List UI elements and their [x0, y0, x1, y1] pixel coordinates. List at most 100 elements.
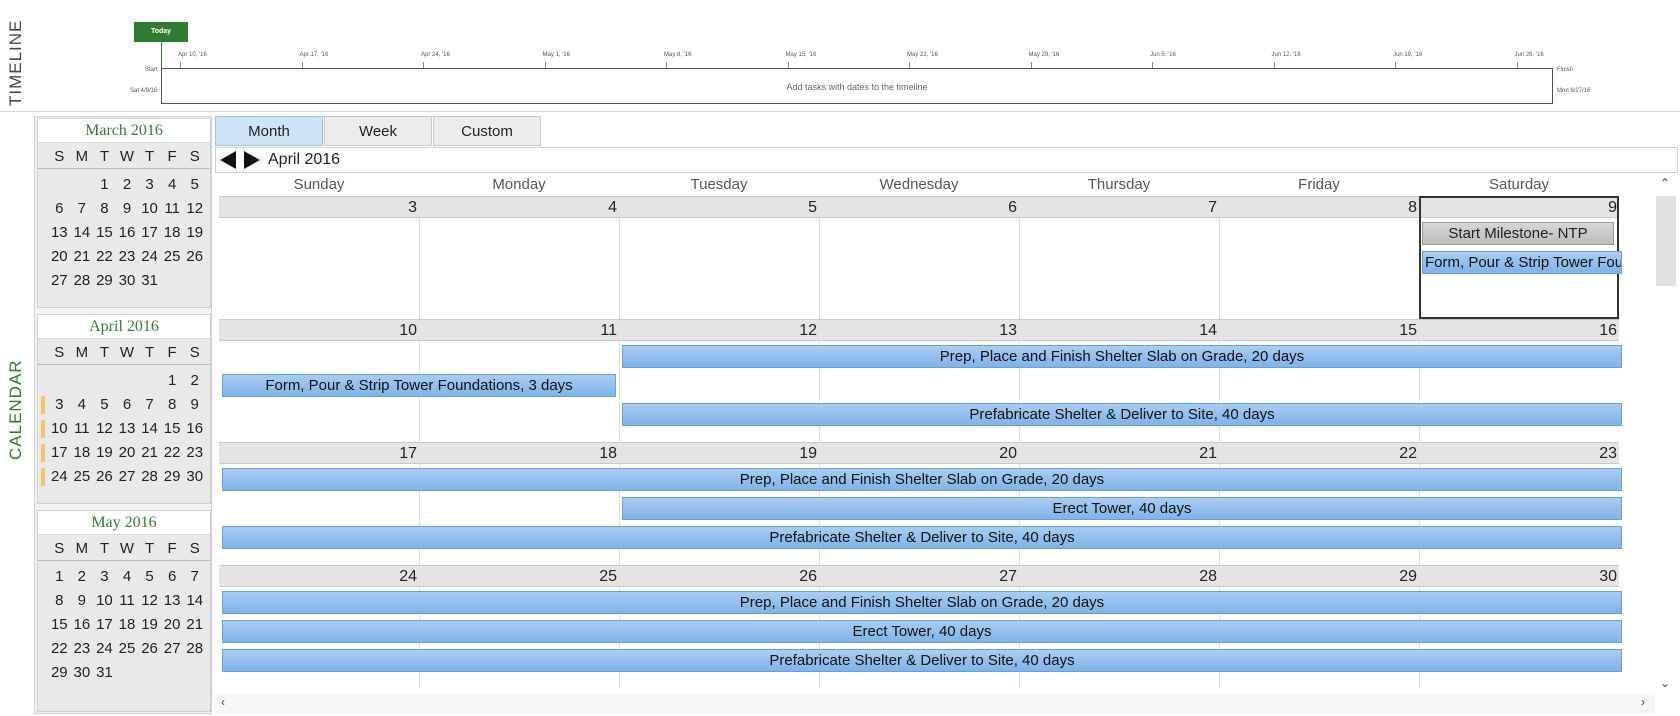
mini-calendar-day[interactable]: 26 [93, 465, 116, 489]
mini-calendar-day[interactable]: 7 [71, 197, 94, 221]
mini-calendar-day[interactable]: 26 [138, 637, 161, 661]
mini-calendar-day[interactable]: 13 [116, 417, 139, 441]
mini-calendar-day[interactable]: 15 [161, 417, 184, 441]
mini-calendar-day[interactable]: 19 [93, 441, 116, 465]
mini-calendar-day[interactable]: 1 [48, 565, 71, 589]
day-number[interactable]: 24 [219, 566, 419, 588]
mini-calendar-day[interactable]: 23 [183, 441, 206, 465]
mini-calendar-day[interactable]: 6 [161, 565, 184, 589]
tab-week[interactable]: Week [324, 116, 432, 146]
day-number[interactable]: 19 [619, 443, 819, 465]
day-number[interactable]: 27 [819, 566, 1019, 588]
mini-calendar-day[interactable]: 30 [183, 465, 206, 489]
task-bar[interactable]: Prefabricate Shelter & Deliver to Site, … [622, 403, 1622, 426]
day-number[interactable]: 28 [1019, 566, 1219, 588]
mini-calendar-day[interactable]: 17 [93, 613, 116, 637]
mini-calendar-day[interactable]: 28 [71, 269, 94, 293]
mini-calendar-day[interactable]: 22 [48, 637, 71, 661]
chevron-right-icon[interactable]: › [1641, 695, 1645, 709]
mini-calendar-day[interactable]: 22 [93, 245, 116, 269]
task-bar[interactable]: Prefabricate Shelter & Deliver to Site, … [222, 649, 1622, 672]
day-number[interactable]: 21 [1019, 443, 1219, 465]
mini-calendar-day[interactable]: 11 [116, 589, 139, 613]
mini-calendar-day[interactable]: 4 [161, 173, 184, 197]
mini-calendar-day[interactable]: 9 [116, 197, 139, 221]
mini-calendar-day[interactable]: 27 [116, 465, 139, 489]
mini-calendar-day[interactable]: 7 [138, 393, 161, 417]
task-bar[interactable]: Form, Pour & Strip Tower Foundations, 3 … [222, 374, 616, 397]
tab-custom[interactable]: Custom [433, 116, 541, 146]
mini-calendar-day[interactable]: 25 [71, 465, 94, 489]
mini-calendar-day[interactable]: 5 [183, 173, 206, 197]
triangle-left-icon[interactable] [220, 151, 236, 169]
mini-calendar-day[interactable]: 4 [71, 393, 94, 417]
mini-calendar-title[interactable]: March 2016 [38, 119, 210, 143]
day-number[interactable]: 29 [1219, 566, 1419, 588]
mini-calendar-day[interactable]: 23 [116, 245, 139, 269]
mini-calendar-day[interactable]: 14 [71, 221, 94, 245]
mini-calendar-day[interactable]: 12 [183, 197, 206, 221]
mini-calendar-day[interactable]: 9 [71, 589, 94, 613]
mini-calendar-day[interactable]: 22 [161, 441, 184, 465]
day-number[interactable]: 6 [819, 197, 1019, 219]
mini-calendar-day[interactable]: 10 [93, 589, 116, 613]
mini-calendar-day[interactable]: 29 [161, 465, 184, 489]
mini-calendar-day[interactable]: 21 [138, 441, 161, 465]
mini-calendar-day[interactable]: 26 [183, 245, 206, 269]
mini-calendar-day[interactable]: 13 [48, 221, 71, 245]
mini-calendar-day[interactable]: 27 [48, 269, 71, 293]
mini-calendar-day[interactable]: 19 [183, 221, 206, 245]
day-number[interactable]: 14 [1019, 320, 1219, 342]
mini-calendar-day[interactable]: 3 [138, 173, 161, 197]
mini-calendar-day[interactable]: 29 [48, 661, 71, 685]
chevron-left-icon[interactable]: ‹ [221, 695, 225, 709]
mini-calendar-day[interactable]: 24 [138, 245, 161, 269]
task-bar[interactable]: Erect Tower, 40 days [622, 497, 1622, 520]
task-bar[interactable]: Erect Tower, 40 days [222, 620, 1622, 643]
task-bar[interactable]: Prep, Place and Finish Shelter Slab on G… [222, 591, 1622, 614]
timeline-bar[interactable]: Add tasks with dates to the timeline [161, 68, 1553, 104]
mini-calendar-day[interactable]: 20 [116, 441, 139, 465]
day-number[interactable]: 20 [819, 443, 1019, 465]
mini-calendar-day[interactable]: 3 [41, 393, 71, 417]
mini-calendar-day[interactable]: 28 [138, 465, 161, 489]
day-number[interactable]: 5 [619, 197, 819, 219]
day-number[interactable]: 10 [219, 320, 419, 342]
day-number[interactable]: 25 [419, 566, 619, 588]
mini-calendar-day[interactable]: 19 [138, 613, 161, 637]
tab-month[interactable]: Month [215, 116, 323, 146]
mini-calendar-day[interactable]: 5 [93, 393, 116, 417]
day-number[interactable]: 13 [819, 320, 1019, 342]
mini-calendar-day[interactable]: 6 [48, 197, 71, 221]
mini-calendar-day[interactable]: 15 [93, 221, 116, 245]
day-number[interactable]: 30 [1419, 566, 1619, 588]
mini-calendar-day[interactable]: 7 [183, 565, 206, 589]
mini-calendar-day[interactable]: 11 [161, 197, 184, 221]
mini-calendar-day[interactable]: 16 [183, 417, 206, 441]
horizontal-scrollbar[interactable]: ‹ › [215, 694, 1655, 714]
mini-calendar-day[interactable]: 30 [116, 269, 139, 293]
day-number[interactable]: 4 [419, 197, 619, 219]
mini-calendar-day[interactable]: 31 [93, 661, 116, 685]
day-number[interactable]: 22 [1219, 443, 1419, 465]
mini-calendar-title[interactable]: May 2016 [38, 511, 210, 535]
mini-calendar-day[interactable]: 12 [93, 417, 116, 441]
mini-calendar-day[interactable]: 18 [71, 441, 94, 465]
day-number[interactable]: 7 [1019, 197, 1219, 219]
mini-calendar-day[interactable]: 5 [138, 565, 161, 589]
mini-calendar-day[interactable]: 18 [116, 613, 139, 637]
mini-calendar-day[interactable]: 21 [71, 245, 94, 269]
day-number[interactable]: 3 [219, 197, 419, 219]
mini-calendar-day[interactable]: 1 [93, 173, 116, 197]
mini-calendar-day[interactable]: 12 [138, 589, 161, 613]
mini-calendar-day[interactable]: 10 [41, 417, 71, 441]
mini-calendar-day[interactable]: 28 [183, 637, 206, 661]
day-number[interactable]: 17 [219, 443, 419, 465]
mini-calendar-day[interactable]: 20 [48, 245, 71, 269]
mini-calendar-day[interactable]: 8 [48, 589, 71, 613]
mini-calendar-day[interactable]: 24 [93, 637, 116, 661]
triangle-right-icon[interactable] [244, 151, 260, 169]
mini-calendar-day[interactable]: 13 [161, 589, 184, 613]
task-bar[interactable]: Prefabricate Shelter & Deliver to Site, … [222, 526, 1622, 549]
task-bar[interactable]: Prep, Place and Finish Shelter Slab on G… [622, 345, 1622, 368]
